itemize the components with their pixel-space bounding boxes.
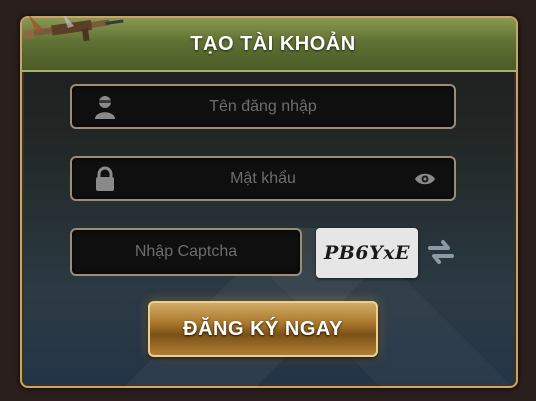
password-field[interactable]: Mật khẩu bbox=[70, 156, 456, 201]
register-now-button[interactable]: ĐĂNG KÝ NGAY bbox=[148, 301, 378, 357]
eye-icon[interactable] bbox=[414, 172, 436, 186]
captcha-code: PB6YxE bbox=[324, 242, 410, 264]
username-field[interactable]: Tên đăng nhập bbox=[70, 84, 456, 129]
weapon-logo-icon bbox=[23, 16, 124, 42]
refresh-icon[interactable] bbox=[424, 235, 458, 269]
username-placeholder: Tên đăng nhập bbox=[209, 97, 317, 115]
password-placeholder: Mật khẩu bbox=[230, 169, 296, 187]
dialog-header: TẠO TÀI KHOẢN bbox=[22, 16, 516, 72]
captcha-placeholder: Nhập Captcha bbox=[134, 243, 238, 260]
captcha-image: PB6YxE bbox=[316, 228, 418, 278]
register-now-label: ĐĂNG KÝ NGAY bbox=[183, 317, 343, 340]
register-dialog: TẠO TÀI KHOẢN Tên đăng nhập Mật khẩu Nhậ… bbox=[20, 16, 518, 388]
dialog-title: TẠO TÀI KHOẢN bbox=[190, 32, 356, 55]
captcha-field[interactable]: Nhập Captcha bbox=[70, 228, 302, 276]
